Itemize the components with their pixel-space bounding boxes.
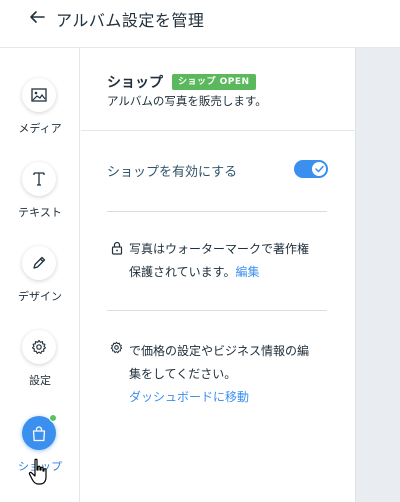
divider: [107, 211, 327, 212]
watermark-text-line1: 写真はウォーターマークで著作権: [129, 242, 310, 256]
text-icon-circle: [22, 162, 56, 196]
sidebar-item-media[interactable]: メディア: [0, 78, 80, 158]
image-icon: [31, 88, 47, 102]
edit-watermark-link[interactable]: 編集: [235, 265, 259, 279]
divider: [81, 130, 355, 131]
settings-text-line2: 集をしてください。: [129, 367, 237, 381]
sidebar-item-label: 設定: [29, 374, 51, 387]
sidebar-item-label: メディア: [18, 122, 62, 135]
sidebar-item-design[interactable]: デザイン: [0, 246, 80, 326]
watermark-text-line2: 保護されています。編集: [129, 265, 260, 279]
divider: [107, 310, 327, 311]
enable-shop-toggle[interactable]: [294, 160, 328, 178]
page-title: アルバム設定を管理: [56, 11, 205, 30]
shop-panel: ショップ ショップ OPEN アルバムの写真を販売します。 ショップを有効にする…: [81, 48, 355, 502]
settings-icon-circle: [22, 330, 56, 364]
settings-text-line1: で価格の設定やビジネス情報の編: [129, 344, 310, 358]
gear-icon: [31, 339, 47, 354]
hand-cursor-icon: [28, 458, 47, 485]
sidebar-item-text[interactable]: テキスト: [0, 162, 80, 242]
sidebar-item-label: デザイン: [18, 290, 62, 303]
settings-info: で価格の設定やビジネス情報の編 集をしてください。 ダッシュボードに移動: [129, 340, 344, 409]
notification-dot: [49, 414, 57, 422]
gear-icon: [110, 341, 123, 354]
pencil-icon: [33, 256, 46, 269]
watermark-info: 写真はウォーターマークで著作権 保護されています。編集: [129, 238, 344, 284]
header: アルバム設定を管理: [0, 0, 400, 48]
lock-icon: [111, 241, 123, 255]
status-badge: ショップ OPEN: [172, 74, 256, 90]
go-to-dashboard-link[interactable]: ダッシュボードに移動: [129, 386, 344, 409]
checkmark-icon: [314, 165, 324, 173]
text-icon: [33, 172, 45, 186]
shopping-bag-icon: [32, 425, 46, 441]
media-icon-circle: [22, 78, 56, 112]
toggle-knob: [312, 162, 326, 176]
sidebar-item-settings[interactable]: 設定: [0, 330, 80, 410]
preview-area: [355, 48, 400, 502]
sidebar: メディア テキスト デザイン 設定: [0, 48, 80, 502]
sidebar-item-label: テキスト: [18, 206, 62, 219]
design-icon-circle: [22, 246, 56, 280]
section-title: ショップ: [107, 75, 163, 91]
back-arrow-icon[interactable]: [28, 8, 46, 26]
toggle-label: ショップを有効にする: [107, 165, 238, 180]
section-subtitle: アルバムの写真を販売します。: [107, 94, 267, 108]
